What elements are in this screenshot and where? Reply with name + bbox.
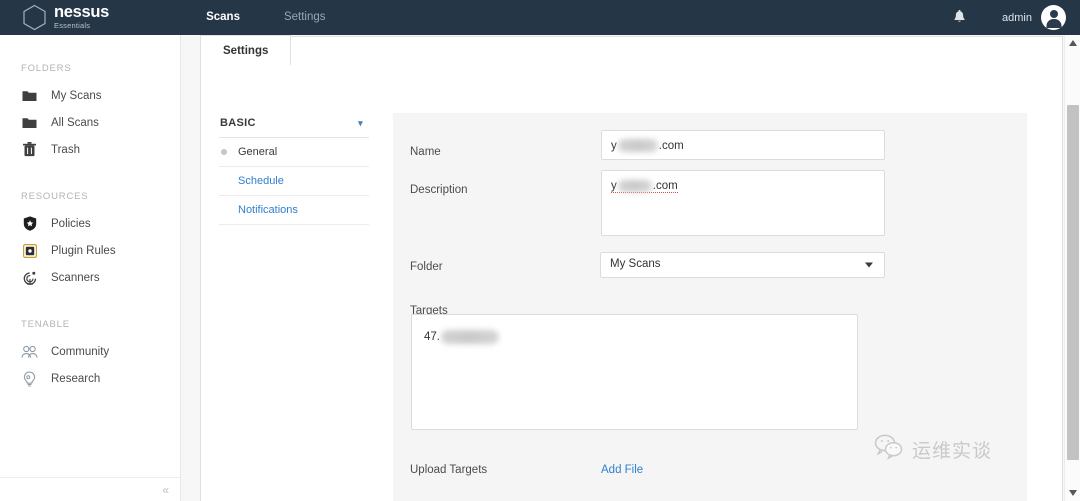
name-value-prefix: y	[611, 140, 617, 152]
folder-selected-value: My Scans	[610, 258, 661, 270]
user-avatar-icon[interactable]	[1041, 5, 1066, 30]
user-name-label: admin	[1002, 11, 1032, 24]
nessus-app-window: nessus Essentials Scans Settings admin F…	[0, 0, 1080, 501]
brand-subtitle: Essentials	[54, 21, 91, 31]
description-label: Description	[410, 184, 468, 196]
description-value-prefix: y	[611, 180, 617, 192]
sidebar-item-research[interactable]: Research	[0, 365, 180, 392]
sidebar: FOLDERS My Scans All Scans Trash RESOURC…	[0, 35, 181, 501]
chevron-down-icon: ▾	[358, 117, 363, 128]
shield-icon	[21, 215, 38, 232]
brand-text: nessus Essentials	[54, 3, 110, 31]
radar-icon	[21, 269, 38, 286]
folder-icon	[21, 114, 38, 131]
nav-item-settings[interactable]: Settings	[262, 0, 348, 35]
sidebar-item-trash[interactable]: Trash	[0, 136, 180, 163]
name-redaction	[617, 139, 658, 153]
config-nav-group-label: BASIC	[220, 117, 256, 129]
targets-textarea[interactable]: 47.	[411, 314, 858, 430]
sidebar-item-label: My Scans	[51, 89, 102, 102]
brand-name: nessus	[54, 3, 110, 22]
field-name: Name	[410, 137, 600, 167]
sidebar-item-label: Trash	[51, 143, 80, 156]
config-nav-item-schedule[interactable]: Schedule	[219, 167, 369, 196]
sidebar-item-my-scans[interactable]: My Scans	[0, 82, 180, 109]
add-file-link[interactable]: Add File	[601, 464, 643, 476]
folder-select[interactable]: My Scans	[600, 252, 885, 278]
field-upload-targets: Upload Targets	[410, 464, 600, 476]
description-textarea[interactable]: y .com	[601, 170, 885, 236]
description-value-text: y .com	[611, 179, 678, 193]
sidebar-section-folders-title: FOLDERS	[21, 63, 72, 74]
upload-targets-label: Upload Targets	[410, 464, 488, 476]
main-nav: Scans Settings	[184, 0, 347, 35]
scrollbar-down-arrow[interactable]	[1065, 485, 1080, 501]
chevron-double-left-icon: «	[162, 482, 169, 497]
tab-bar-filler	[291, 36, 1063, 65]
chevron-down-icon	[865, 262, 873, 268]
sidebar-item-label: Plugin Rules	[51, 244, 116, 257]
targets-value-prefix: 47.	[424, 331, 440, 343]
research-icon	[21, 370, 38, 387]
config-nav-group-basic[interactable]: BASIC ▾	[219, 117, 369, 138]
config-nav: BASIC ▾ General Schedule Notifications	[219, 117, 369, 225]
folder-icon	[21, 87, 38, 104]
name-value-suffix: .com	[658, 140, 684, 152]
sidebar-item-label: Scanners	[51, 271, 100, 284]
sidebar-item-community[interactable]: Community	[0, 338, 180, 365]
top-right-controls: admin	[951, 0, 1066, 35]
sidebar-collapse-button[interactable]: «	[0, 477, 180, 501]
tab-settings[interactable]: Settings	[200, 35, 292, 65]
name-label: Name	[410, 146, 441, 158]
folder-label: Folder	[410, 261, 443, 273]
sidebar-item-scanners[interactable]: Scanners	[0, 264, 180, 291]
sidebar-section-resources-title: RESOURCES	[21, 191, 89, 202]
scrollbar-thumb[interactable]	[1067, 105, 1079, 460]
bell-icon[interactable]	[951, 9, 968, 26]
scan-settings-form: Name y .com Description y .com Folder My S	[393, 113, 1027, 501]
sidebar-item-all-scans[interactable]: All Scans	[0, 109, 180, 136]
sidebar-item-label: Research	[51, 372, 101, 385]
sidebar-item-label: Policies	[51, 217, 91, 230]
targets-redaction	[441, 329, 499, 344]
content-area: Settings BASIC ▾ General Schedule Notifi…	[181, 35, 1080, 501]
sidebar-item-policies[interactable]: Policies	[0, 210, 180, 237]
nav-item-scans[interactable]: Scans	[184, 0, 262, 35]
trash-icon	[21, 141, 38, 158]
nessus-hexagon-icon	[22, 4, 47, 31]
plugin-icon	[21, 242, 38, 259]
sidebar-item-label: Community	[51, 345, 110, 358]
config-nav-item-notifications[interactable]: Notifications	[219, 196, 369, 225]
page-scrollbar[interactable]	[1064, 35, 1080, 501]
field-folder: Folder	[410, 261, 600, 273]
sidebar-item-label: All Scans	[51, 116, 99, 129]
description-value-suffix: .com	[652, 180, 678, 192]
tab-bar: Settings	[200, 35, 1063, 65]
sidebar-item-plugin-rules[interactable]: Plugin Rules	[0, 237, 180, 264]
config-nav-item-general[interactable]: General	[219, 138, 369, 167]
top-navigation-bar: nessus Essentials Scans Settings admin	[0, 0, 1080, 35]
sidebar-section-tenable-title: TENABLE	[21, 319, 70, 330]
people-icon	[21, 343, 38, 360]
settings-panel: BASIC ▾ General Schedule Notifications N…	[200, 65, 1063, 501]
field-description: Description	[410, 184, 600, 196]
description-redaction	[617, 179, 652, 192]
name-input[interactable]: y .com	[601, 130, 885, 160]
brand-logo[interactable]: nessus Essentials	[22, 4, 109, 31]
scrollbar-up-arrow[interactable]	[1065, 35, 1080, 51]
